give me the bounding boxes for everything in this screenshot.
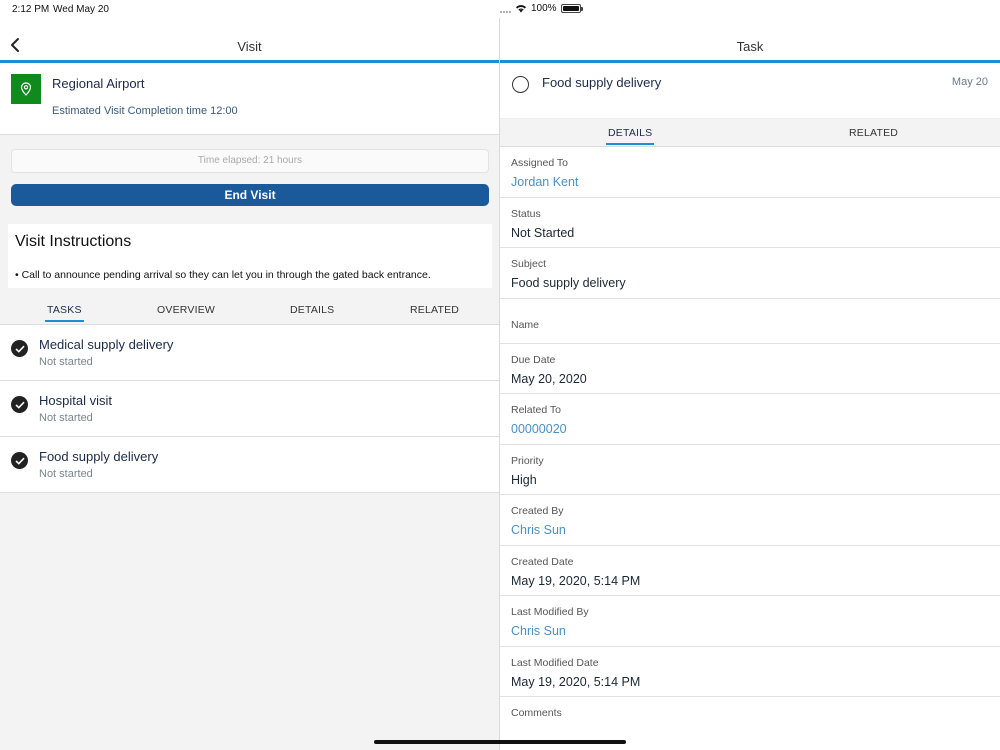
related-to-link[interactable]: 00000020 [511, 422, 567, 436]
instructions-heading: Visit Instructions [15, 233, 132, 250]
status-time: 2:12 PM [12, 4, 50, 15]
home-indicator[interactable] [374, 740, 626, 744]
field-label: Last Modified Date [511, 656, 599, 669]
field-priority: Priority High [500, 445, 1000, 495]
field-label: Created Date [511, 555, 574, 568]
tab-overview[interactable]: OVERVIEW [157, 304, 215, 316]
tab-related[interactable]: RELATED [410, 304, 459, 316]
last-modified-by-link[interactable]: Chris Sun [511, 624, 566, 638]
end-visit-button[interactable]: End Visit [11, 184, 489, 206]
field-label: Subject [511, 258, 547, 270]
instructions-body: • Call to announce pending arrival so th… [15, 269, 431, 281]
wifi-icon [516, 5, 526, 13]
field-value: Not Started [511, 225, 575, 240]
field-label: Assigned To [511, 157, 569, 169]
field-label: Created By [511, 505, 564, 517]
field-label: Priority [511, 454, 544, 467]
task-title: Food supply delivery [39, 449, 159, 464]
field-subject: Subject Food supply delivery [500, 248, 1000, 299]
list-item[interactable]: Hospital visit Not started [0, 381, 499, 437]
cellular-signal-icon [500, 5, 511, 13]
task-list: Medical supply delivery Not started Hosp… [0, 325, 499, 493]
nav-title: Task [736, 39, 764, 54]
task-status: Not started [39, 412, 93, 424]
time-elapsed-field: Time elapsed: 21 hours [11, 149, 489, 173]
field-status: Status Not Started [500, 198, 1000, 248]
created-by-link[interactable]: Chris Sun [511, 523, 566, 537]
checkmark-icon[interactable] [11, 396, 28, 413]
field-label: Name [511, 318, 540, 331]
task-nav-bar: Task [500, 18, 1000, 63]
assigned-to-link[interactable]: Jordan Kent [511, 175, 578, 189]
field-value: May 20, 2020 [511, 371, 587, 386]
field-related-to: Related To 00000020 [500, 394, 1000, 445]
task-header: Food supply delivery May 20 [500, 63, 1000, 118]
field-value: Food supply delivery [511, 276, 626, 290]
task-tabs: DETAILS RELATED [500, 118, 1000, 147]
visit-name: Regional Airport [52, 76, 145, 91]
status-date: Wed May 20 [53, 4, 109, 15]
field-label: Last Modified By [511, 606, 589, 618]
field-value: May 19, 2020, 5:14 PM [511, 573, 641, 588]
tab-related[interactable]: RELATED [849, 127, 898, 139]
list-item[interactable]: Medical supply delivery Not started [0, 325, 499, 381]
field-label: Status [511, 207, 541, 220]
task-title: Medical supply delivery [39, 337, 174, 352]
field-last-modified-date: Last Modified Date May 19, 2020, 5:14 PM [500, 647, 1000, 697]
list-item[interactable]: Food supply delivery Not started [0, 437, 499, 493]
tab-tasks[interactable]: TASKS [45, 304, 84, 322]
visit-tabs: TASKS OVERVIEW DETAILS RELATED [0, 296, 499, 325]
field-label: Comments [511, 707, 562, 719]
task-detail-fields: Assigned To Jordan Kent Status Not Start… [500, 147, 1000, 748]
task-status: Not started [39, 356, 93, 368]
visit-instructions-card: Visit Instructions • Call to announce pe… [8, 224, 492, 288]
nav-title: Visit [237, 39, 262, 54]
battery-icon [560, 4, 583, 13]
field-assigned-to: Assigned To Jordan Kent [500, 147, 1000, 198]
incomplete-circle-icon[interactable] [512, 76, 529, 93]
task-date: May 20 [951, 76, 988, 88]
task-pane: Task Food supply delivery May 20 DETAILS… [500, 18, 1000, 750]
field-due-date: Due Date May 20, 2020 [500, 344, 1000, 394]
field-created-by: Created By Chris Sun [500, 495, 1000, 546]
location-pin-icon [11, 74, 41, 104]
field-last-modified-by: Last Modified By Chris Sun [500, 596, 1000, 647]
battery-percent: 100% [531, 3, 557, 14]
field-label: Due Date [511, 353, 556, 366]
visit-estimate: Estimated Visit Completion time 12:00 [52, 105, 238, 117]
field-created-date: Created Date May 19, 2020, 5:14 PM [500, 546, 1000, 596]
tab-details[interactable]: DETAILS [290, 304, 334, 316]
task-status: Not started [39, 468, 93, 480]
field-value: High [511, 472, 537, 487]
checkmark-icon[interactable] [11, 340, 28, 357]
status-bar: 2:12 PM Wed May 20 100% [0, 0, 1000, 18]
task-title: Food supply delivery [542, 75, 662, 90]
field-label: Related To [511, 404, 562, 416]
field-value: May 19, 2020, 5:14 PM [511, 674, 641, 689]
checkmark-icon[interactable] [11, 452, 28, 469]
tab-details[interactable]: DETAILS [605, 127, 655, 145]
visit-header-card: Regional Airport Estimated Visit Complet… [0, 63, 499, 135]
task-title: Hospital visit [39, 393, 112, 408]
visit-nav-bar: Visit [0, 18, 499, 63]
field-name: Name [500, 299, 1000, 344]
